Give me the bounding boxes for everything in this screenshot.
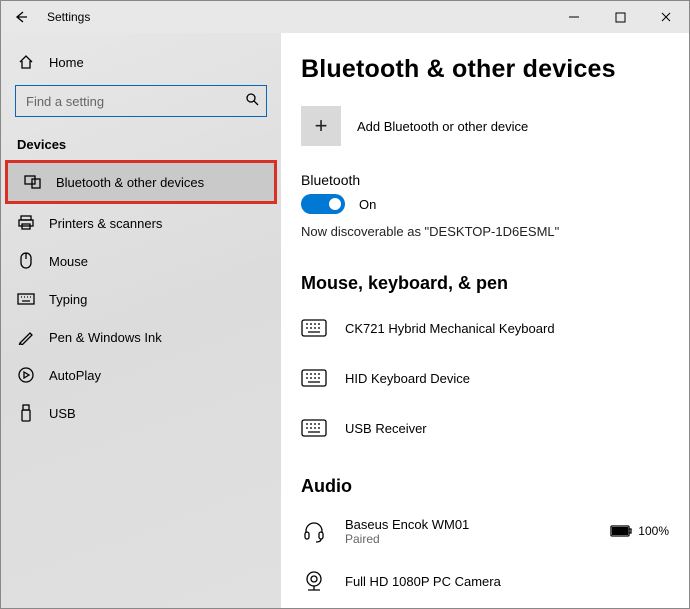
camera-icon: [301, 570, 327, 592]
close-icon: [660, 11, 672, 23]
device-row[interactable]: CK721 Hybrid Mechanical Keyboard: [301, 306, 669, 350]
autoplay-icon: [17, 366, 35, 384]
sidebar-item-label: Bluetooth & other devices: [56, 175, 204, 190]
sidebar-home[interactable]: Home: [1, 43, 281, 81]
sidebar-item-typing[interactable]: Typing: [1, 280, 281, 318]
sidebar-item-label: Printers & scanners: [49, 216, 162, 231]
discoverable-text: Now discoverable as "DESKTOP-1D6ESML": [301, 224, 669, 239]
keyboard-icon: [301, 317, 327, 339]
home-icon: [17, 53, 35, 71]
sidebar-item-mouse[interactable]: Mouse: [1, 242, 281, 280]
sidebar-item-label: Pen & Windows Ink: [49, 330, 162, 345]
device-row[interactable]: USB Receiver: [301, 406, 669, 450]
sidebar-item-printers[interactable]: Printers & scanners: [1, 204, 281, 242]
sidebar-item-bluetooth[interactable]: Bluetooth & other devices: [5, 160, 277, 204]
section-heading-mouse: Mouse, keyboard, & pen: [301, 273, 669, 294]
content-pane: Bluetooth & other devices + Add Bluetoot…: [281, 33, 689, 608]
device-name: HID Keyboard Device: [345, 371, 470, 386]
back-button[interactable]: [1, 1, 41, 33]
pen-icon: [17, 328, 35, 346]
close-button[interactable]: [643, 1, 689, 33]
device-row[interactable]: Full HD 1080P PC Camera: [301, 559, 669, 603]
headset-icon: [301, 520, 327, 542]
window-controls: [551, 1, 689, 33]
toggle-knob: [329, 198, 341, 210]
bluetooth-toggle[interactable]: [301, 194, 345, 214]
device-row[interactable]: HID Keyboard Device: [301, 356, 669, 400]
search-container: [1, 81, 281, 127]
keyboard-icon: [17, 290, 35, 308]
printer-icon: [17, 214, 35, 232]
sidebar-item-label: Typing: [49, 292, 87, 307]
add-device-row[interactable]: + Add Bluetooth or other device: [301, 106, 669, 146]
toggle-state-label: On: [359, 197, 376, 212]
usb-icon: [17, 404, 35, 422]
plus-icon: +: [301, 106, 341, 146]
sidebar-section-label: Devices: [1, 127, 281, 160]
sidebar-item-usb[interactable]: USB: [1, 394, 281, 432]
sidebar: Home Devices Bluetooth & other devices P…: [1, 33, 281, 608]
sidebar-item-label: USB: [49, 406, 76, 421]
maximize-icon: [615, 12, 626, 23]
sidebar-item-autoplay[interactable]: AutoPlay: [1, 356, 281, 394]
battery-percent: 100%: [638, 524, 669, 538]
window-title: Settings: [47, 10, 90, 24]
device-name: USB Receiver: [345, 421, 427, 436]
device-name: CK721 Hybrid Mechanical Keyboard: [345, 321, 555, 336]
section-heading-audio: Audio: [301, 476, 669, 497]
sidebar-item-label: AutoPlay: [49, 368, 101, 383]
devices-icon: [24, 173, 42, 191]
keyboard-icon: [301, 417, 327, 439]
search-icon: [246, 93, 259, 109]
device-name: Full HD 1080P PC Camera: [345, 574, 501, 589]
search-input[interactable]: [15, 85, 267, 117]
sidebar-item-pen[interactable]: Pen & Windows Ink: [1, 318, 281, 356]
device-row[interactable]: Baseus Encok WM01 Paired 100%: [301, 509, 669, 553]
sidebar-item-label: Mouse: [49, 254, 88, 269]
page-title: Bluetooth & other devices: [301, 55, 669, 84]
minimize-button[interactable]: [551, 1, 597, 33]
sidebar-home-label: Home: [49, 55, 84, 70]
add-device-label: Add Bluetooth or other device: [357, 119, 528, 134]
mouse-icon: [17, 252, 35, 270]
bluetooth-label: Bluetooth: [301, 172, 669, 188]
titlebar: Settings: [1, 1, 689, 33]
maximize-button[interactable]: [597, 1, 643, 33]
keyboard-icon: [301, 367, 327, 389]
device-name: Baseus Encok WM01: [345, 517, 469, 532]
battery-indicator: 100%: [610, 524, 669, 538]
arrow-left-icon: [14, 10, 28, 24]
device-status: Paired: [345, 532, 469, 546]
minimize-icon: [568, 11, 580, 23]
battery-icon: [610, 525, 632, 537]
